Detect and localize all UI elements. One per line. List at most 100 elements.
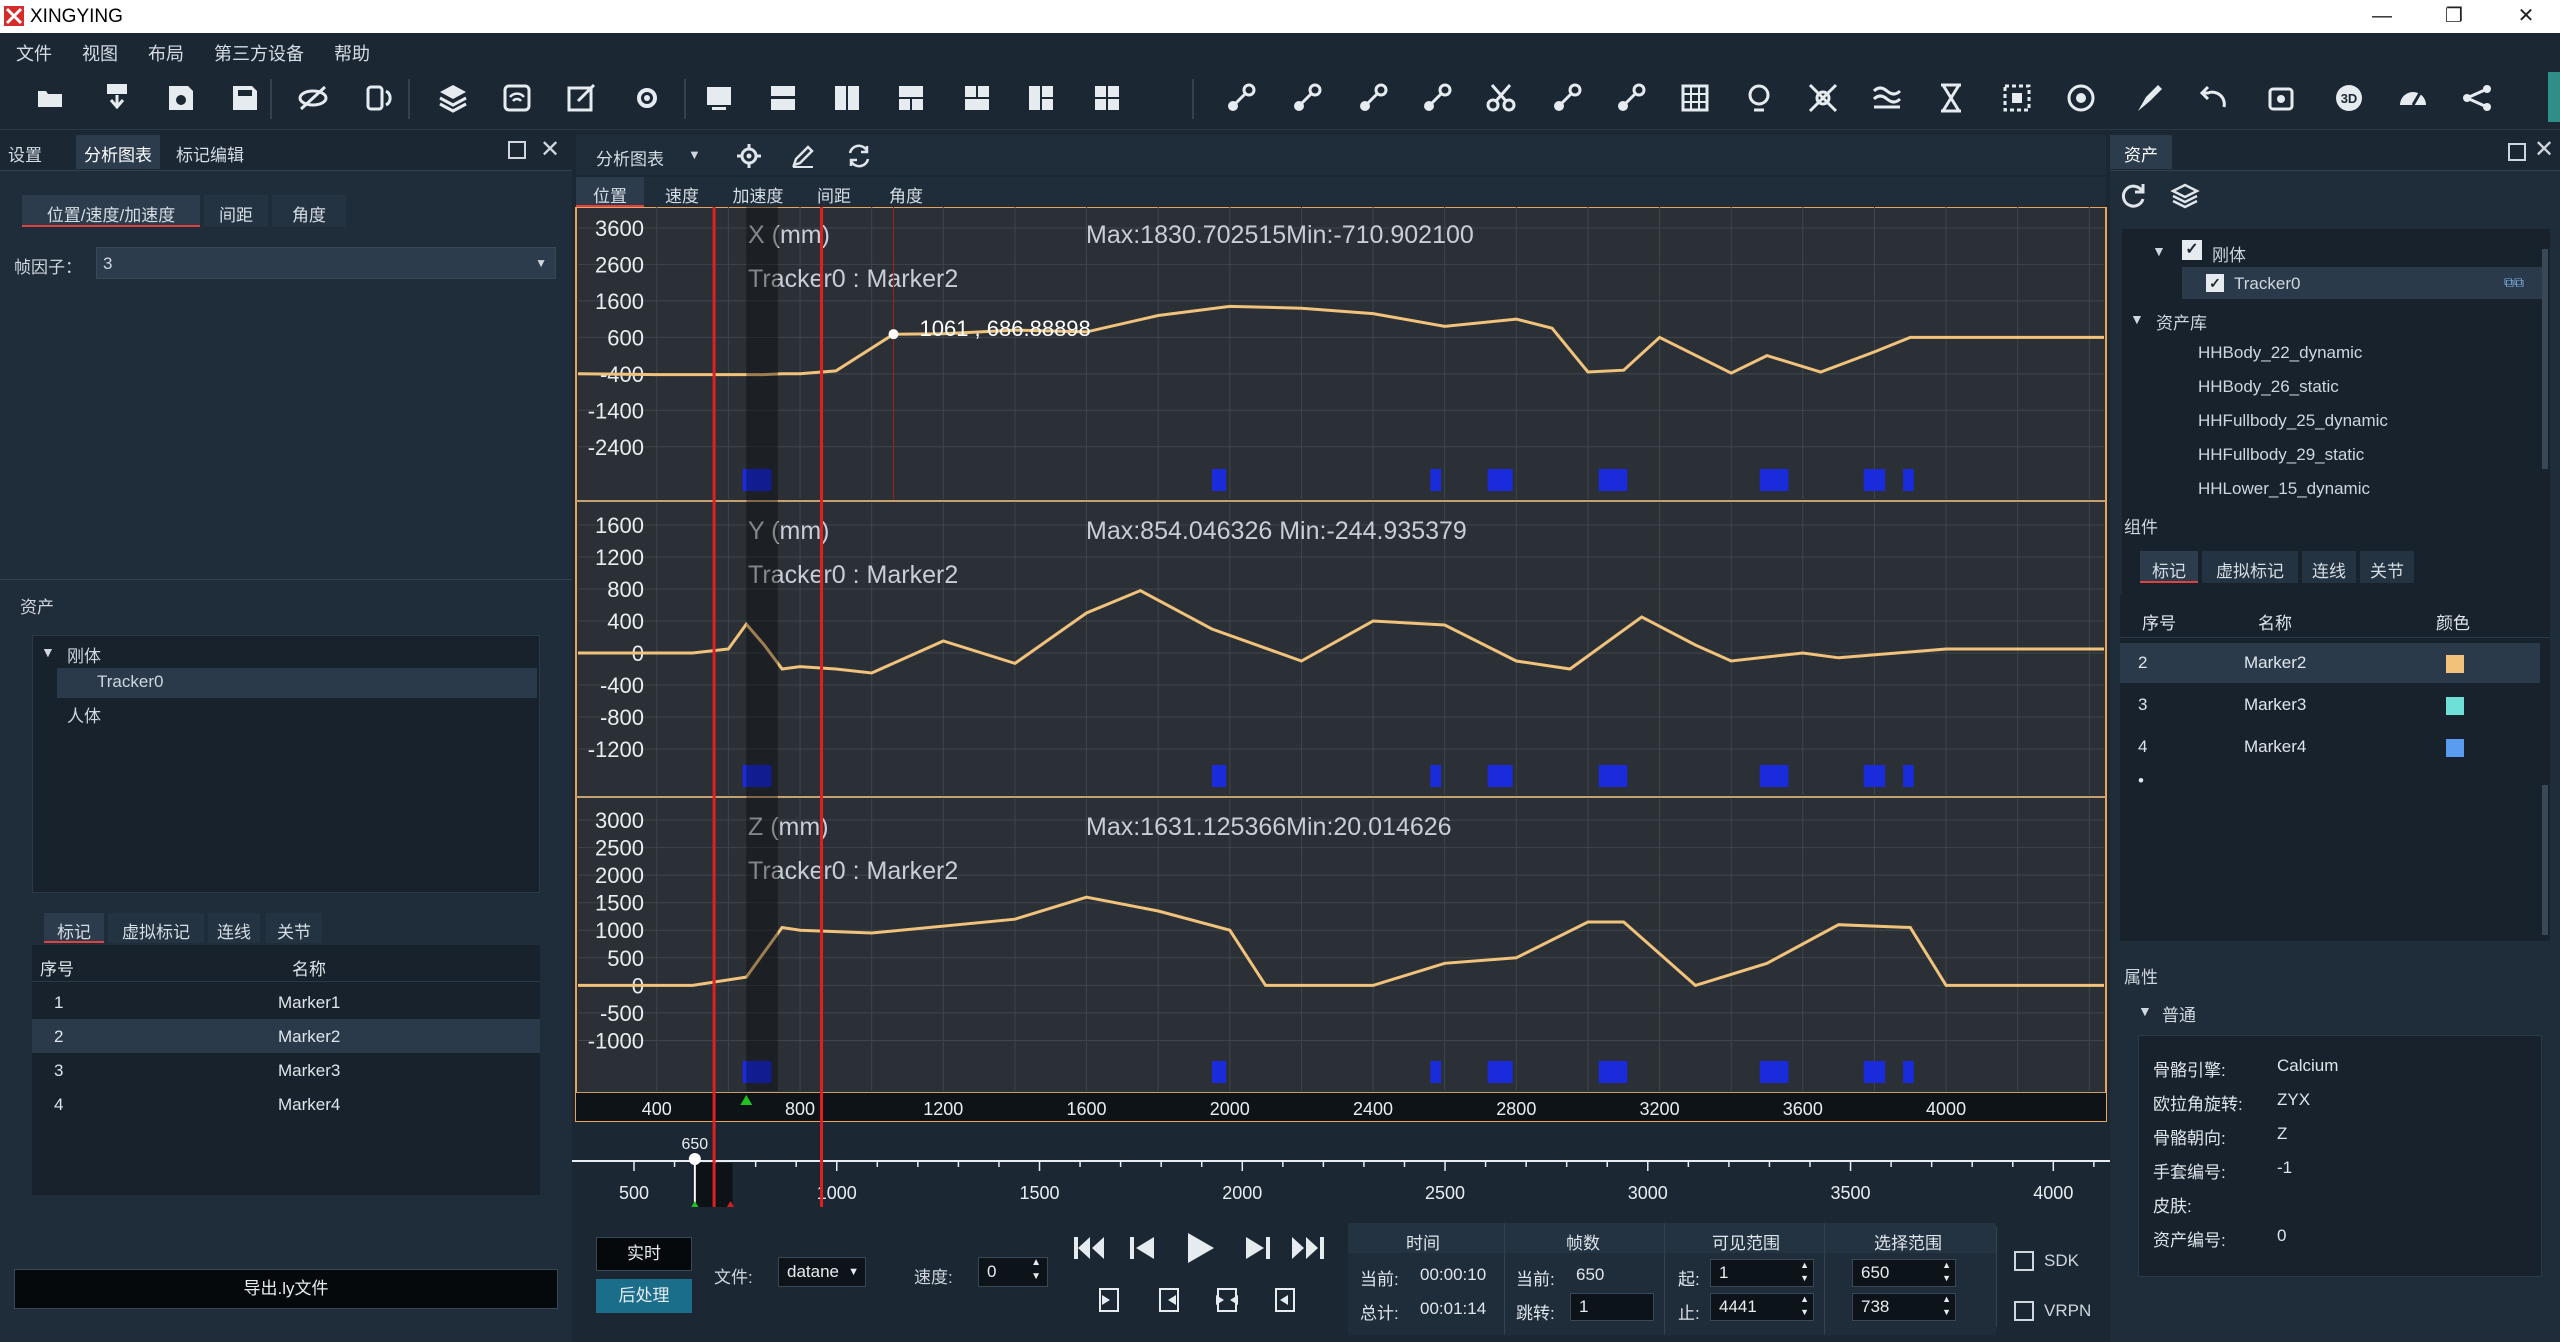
close-window-button[interactable]: ✕ [2496,2,2556,30]
scrollbar[interactable] [2542,249,2548,469]
subtab-position-velocity[interactable]: 位置/速度/加速度 [22,195,200,227]
color-swatch[interactable] [2446,697,2464,715]
tab-analysis-chart[interactable]: 分析图表 [76,135,160,169]
tree-human[interactable]: 人体 [67,702,101,727]
component-tab-joints[interactable]: 关节 [2360,551,2414,583]
jump-input[interactable]: 1 [1570,1293,1654,1321]
event-block[interactable] [1487,765,1513,787]
remove-icon[interactable] [1806,81,1840,115]
table-row[interactable]: 4 Marker4 [2120,727,2540,767]
expand-arrow-icon[interactable]: ▼ [2130,311,2144,327]
library-item[interactable]: HHFullbody_25_dynamic [2198,411,2388,431]
event-block[interactable] [1903,1061,1914,1083]
realtime-button[interactable]: 实时 [596,1237,692,1271]
color-swatch[interactable] [2446,655,2464,673]
tab-acceleration[interactable]: 加速度 [720,177,796,207]
selection-end-stepper[interactable]: 738 ▲ ▼ [1852,1293,1956,1321]
event-block[interactable] [1211,1061,1227,1083]
marker-icon[interactable] [1742,81,1776,115]
export-ly-button[interactable]: 导出.ly文件 [14,1269,558,1309]
mask-icon[interactable] [1356,81,1390,115]
refresh-icon[interactable] [846,143,872,169]
tree-asset-library[interactable]: 资产库 [2156,309,2207,334]
event-block[interactable] [1211,765,1227,787]
table-row[interactable]: 2 Marker2 [2120,643,2540,683]
3d-icon[interactable]: 3D [2332,81,2366,115]
event-block[interactable] [1430,1061,1442,1083]
link-icon[interactable] [1290,81,1324,115]
selection-start-stepper[interactable]: 650 ▲ ▼ [1852,1259,1956,1287]
mark-out-icon[interactable] [1159,1288,1179,1312]
menu-view[interactable]: 视图 [82,40,118,66]
checkbox-checked-icon[interactable]: ✓ [2206,274,2224,292]
event-block[interactable] [1598,469,1628,491]
event-block[interactable] [1863,469,1886,491]
vrpn-checkbox[interactable] [2014,1301,2034,1321]
event-block[interactable] [1598,1061,1628,1083]
layout-6-icon[interactable] [1024,81,1058,115]
mark-in-icon[interactable] [1099,1288,1119,1312]
range-start-stepper[interactable]: 1 ▲ ▼ [1710,1259,1814,1287]
table-row[interactable]: 4 Marker4 [32,1087,540,1121]
camera-icon[interactable] [2264,81,2298,115]
speed-stepper[interactable]: 0 ▲ ▼ [978,1257,1048,1287]
restore-button[interactable]: ❐ [2424,2,2484,30]
expand-arrow-icon[interactable]: ▼ [41,644,55,660]
layout-1-icon[interactable] [702,81,736,115]
hourglass-icon[interactable] [1934,81,1968,115]
component-tab-markers[interactable]: 标记 [2140,551,2198,583]
color-swatch[interactable] [2446,739,2464,757]
hide-icon[interactable] [296,81,330,115]
file-select[interactable]: datane ▼ [778,1257,866,1287]
close-panel-icon[interactable]: ✕ [540,135,560,164]
stepper-arrows-icon[interactable]: ▲ ▼ [1031,1256,1041,1284]
float-panel-icon[interactable] [508,141,526,159]
library-item[interactable]: HHLower_15_dynamic [2198,479,2370,499]
crop-icon[interactable] [2000,81,2034,115]
scrollbar[interactable] [2542,785,2548,935]
edit-icon[interactable] [564,81,598,115]
event-block[interactable] [1903,765,1914,787]
table-row[interactable]: 1 Marker1 [32,985,540,1019]
event-block[interactable] [1598,765,1628,787]
smooth-icon[interactable] [1870,81,1904,115]
target-icon[interactable] [2064,81,2098,115]
grid-icon[interactable] [1678,81,1712,115]
gear-icon[interactable] [736,143,762,169]
save-as-icon[interactable] [228,81,262,115]
join-icon[interactable] [1614,81,1648,115]
download-cap-icon[interactable] [100,81,134,115]
connect-point-icon[interactable] [1224,81,1258,115]
layout-3-icon[interactable] [830,81,864,115]
stepper-arrows-icon[interactable]: ▲ ▼ [1800,1293,1809,1319]
event-block[interactable] [1759,1061,1789,1083]
undo-icon[interactable] [2196,81,2230,115]
tab-spacing[interactable]: 间距 [800,177,868,207]
float-panel-icon[interactable] [2508,143,2526,161]
menu-third-party[interactable]: 第三方设备 [214,40,304,66]
event-block[interactable] [1211,469,1227,491]
speed-icon[interactable] [2396,81,2430,115]
subtab-angle[interactable]: 角度 [272,195,346,227]
refresh-icon[interactable] [2118,181,2148,211]
event-block[interactable] [1487,469,1513,491]
checkbox-checked-icon[interactable]: ✓ [2182,240,2202,260]
subtab-spacing[interactable]: 间距 [204,195,268,227]
layout-4-icon[interactable] [894,81,928,115]
event-block[interactable] [1863,1061,1886,1083]
wifi-icon[interactable] [500,81,534,115]
menu-help[interactable]: 帮助 [334,40,370,66]
event-block[interactable] [1430,765,1442,787]
marker-tab-joints[interactable]: 关节 [266,913,322,943]
menu-layout[interactable]: 布局 [148,40,184,66]
event-block[interactable] [1863,765,1886,787]
layers-icon[interactable] [2170,181,2200,211]
skip-end-icon[interactable] [1292,1237,1324,1259]
tree-rigid-body[interactable]: 刚体 [67,642,101,667]
settings-icon[interactable] [630,81,664,115]
layout-5-icon[interactable] [960,81,994,115]
expand-arrow-icon[interactable]: ▼ [2152,243,2166,259]
device-icon[interactable] [362,81,396,115]
event-block[interactable] [1487,1061,1513,1083]
tree-tracker0[interactable]: Tracker0 [2234,274,2300,294]
